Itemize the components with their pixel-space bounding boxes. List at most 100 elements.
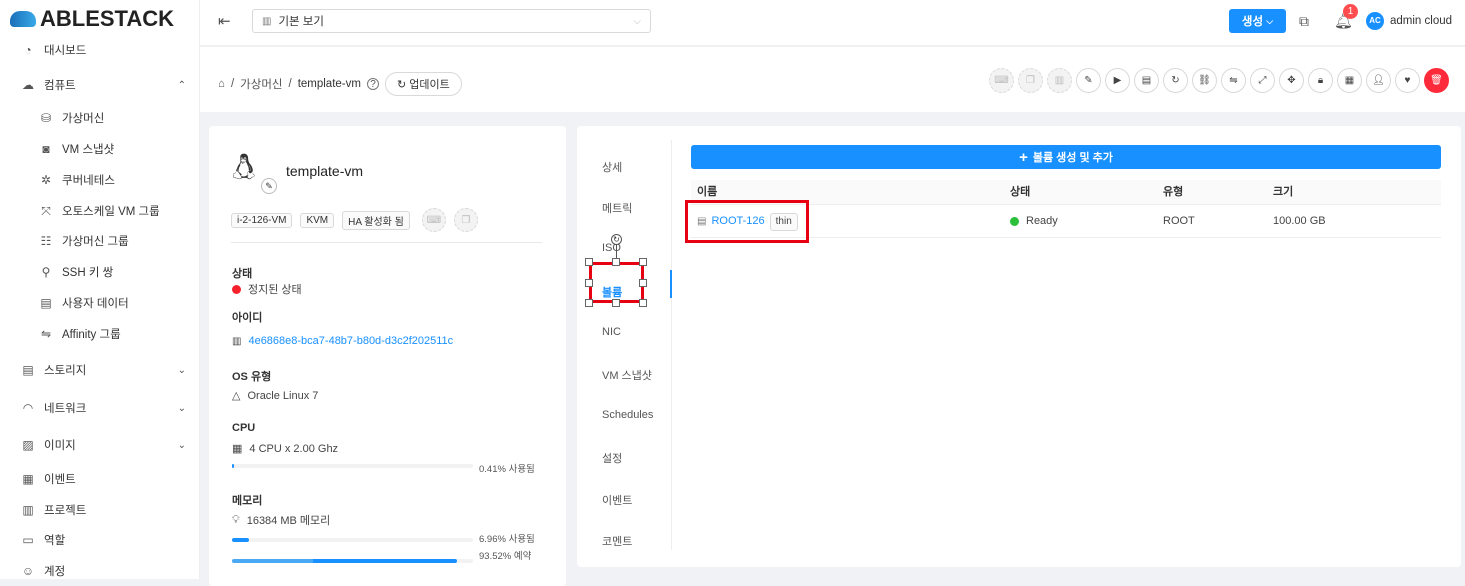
sidebar-item[interactable]: ⤧ 오토스케일 VM 그룹: [0, 196, 200, 226]
sidebar-item[interactable]: ◙ VM 스냅샷: [0, 134, 200, 164]
vm-name: template-vm: [286, 163, 364, 179]
copy-icon[interactable]: ❐: [1018, 68, 1043, 93]
memory-reserved-bar: [232, 559, 473, 563]
cpu-value: 4 CPU x 2.00 Ghz: [249, 442, 339, 455]
cpu-icon: ▦: [232, 443, 243, 455]
sidebar-item-label: 프로젝트: [44, 505, 87, 517]
user-name[interactable]: admin cloud: [1390, 15, 1452, 27]
sidebar-item[interactable]: ▤ 사용자 데이터: [0, 288, 200, 318]
chevron-down-icon: ⌵: [633, 15, 641, 27]
cpu-usage-text: 0.41% 사용됨: [479, 464, 535, 475]
dashboard-icon: ◔: [24, 43, 32, 57]
userdata-icon[interactable]: ▦: [1337, 68, 1362, 93]
cloud-icon: ☁: [22, 78, 34, 92]
cpu-usage-bar: [232, 464, 473, 468]
detail-tabs-card: 상세 메트릭 ISO 볼륨 NIC VM 스냅샷 Schedules 설정 이벤트 코멘트 + 볼륨…: [577, 126, 1461, 567]
sidebar-item-label: 이벤트: [44, 474, 76, 486]
col-state[interactable]: 상태: [1010, 180, 1030, 205]
highlight-box-volume-tab: [589, 262, 644, 303]
avatar[interactable]: AC: [1366, 12, 1384, 30]
sidebar-item-label: Affinity 그룹: [62, 329, 121, 341]
edit-icon[interactable]: ✎: [1076, 68, 1101, 93]
vm-icon: ⛁: [40, 111, 52, 125]
sidebar-item[interactable]: ▥ 프로젝트: [0, 495, 200, 525]
highlight-box-volume-row: [685, 200, 809, 243]
sidebar-item-label: 대시보드: [44, 45, 87, 57]
console-icon[interactable]: ⌨: [421, 208, 446, 232]
reinstall-icon[interactable]: ↻: [1163, 68, 1188, 93]
tab-7[interactable]: 설정: [602, 450, 622, 466]
userdata-icon: ▤: [40, 296, 52, 310]
wifi-icon: ◠: [22, 401, 34, 415]
barcode-icon[interactable]: ▥: [232, 336, 241, 347]
sidebar-item-label: 가상머신: [62, 113, 105, 125]
add-volume-button[interactable]: + 볼륨 생성 및 추가: [691, 145, 1441, 169]
tab-6[interactable]: Schedules: [602, 409, 653, 421]
chart-icon[interactable]: ▥: [1047, 68, 1072, 93]
tab-0[interactable]: 상세: [602, 159, 622, 175]
sidebar-item[interactable]: ☁ 컴퓨트 ⌃: [0, 70, 200, 100]
help-icon[interactable]: ?: [366, 78, 379, 90]
refresh-button[interactable]: ↻ 업데이트: [384, 72, 462, 96]
sidebar-item[interactable]: ◠ 네트워크 ⌄: [0, 393, 200, 423]
sidebar-item[interactable]: ☺ 계정: [0, 556, 200, 586]
state-label: 상태: [232, 268, 253, 280]
os-label: OS 유형: [232, 371, 272, 383]
home-icon[interactable]: ⌂: [218, 78, 225, 90]
sidebar-item-label: 이미지: [44, 440, 76, 452]
copy-icon[interactable]: ❐: [453, 208, 478, 232]
tab-9[interactable]: 코멘트: [602, 533, 632, 549]
delete-icon[interactable]: 🗑︎: [1424, 68, 1449, 93]
lock-icon[interactable]: 🔒︎: [1308, 68, 1333, 93]
sidebar-item[interactable]: ✲ 쿠버네테스: [0, 165, 200, 195]
vm-id-link[interactable]: 4e6868e8-bca7-48b7-b80d-d3c2f202511c: [248, 335, 453, 347]
os-value: Oracle Linux 7: [247, 389, 319, 402]
tab-4[interactable]: NIC: [602, 326, 621, 338]
sidebar-item[interactable]: ⇋ Affinity 그룹: [0, 319, 200, 349]
col-type[interactable]: 유형: [1163, 180, 1183, 205]
sidebar-item-label: 스토리지: [44, 365, 87, 377]
sidebar-item[interactable]: ⚲ SSH 키 쌍: [0, 257, 200, 287]
sidebar-item[interactable]: ⛁ 가상머신: [0, 103, 200, 133]
link-icon[interactable]: ⛓: [1192, 68, 1217, 93]
col-size[interactable]: 크기: [1273, 180, 1293, 205]
sidebar-item-label: 역할: [44, 535, 66, 547]
hypervisor-tag: KVM: [300, 212, 335, 228]
assign-user-icon[interactable]: 👤︎: [1366, 68, 1391, 93]
tab-5[interactable]: VM 스냅샷: [602, 367, 652, 383]
tab-1[interactable]: 메트릭: [602, 200, 632, 216]
sidebar-item[interactable]: ▤ 스토리지 ⌄: [0, 355, 200, 385]
ha-tag: HA 활성화 됨: [342, 210, 410, 230]
key-icon: ⚲: [41, 265, 51, 279]
create-button[interactable]: 생성 ⌵: [1229, 9, 1286, 33]
sidebar-item[interactable]: ◔ 대시보드: [0, 35, 200, 65]
start-icon[interactable]: ▶: [1105, 68, 1130, 93]
console-icon[interactable]: ⌨: [989, 68, 1014, 93]
heart-icon[interactable]: ♥: [1395, 68, 1420, 93]
sidebar-item[interactable]: ▭ 역할: [0, 525, 200, 555]
sidebar-item[interactable]: ▨ 이미지 ⌄: [0, 430, 200, 460]
translate-icon[interactable]: ⧉: [1299, 13, 1309, 30]
scale-icon[interactable]: ⤢: [1250, 68, 1275, 93]
volume-size: 100.00 GB: [1273, 215, 1326, 227]
bulb-icon: 💡︎: [232, 513, 240, 526]
linux-icon: △: [232, 390, 241, 402]
menu-fold-icon[interactable]: ⇤: [218, 12, 231, 30]
sidebar-item[interactable]: ▦ 이벤트: [0, 464, 200, 494]
swap-icon: ⇋: [40, 327, 52, 341]
attach-iso-icon[interactable]: ▤: [1134, 68, 1159, 93]
chevron-down-icon: ⌄: [177, 364, 186, 376]
migrate-icon[interactable]: ✥: [1279, 68, 1304, 93]
camera-icon: ◙: [42, 142, 50, 156]
sidebar-item-label: 컴퓨트: [44, 80, 76, 92]
swap-icon[interactable]: ⇋: [1221, 68, 1246, 93]
sidebar-item[interactable]: ☷ 가상머신 그룹: [0, 226, 200, 256]
breadcrumb-vm[interactable]: 가상머신: [240, 76, 282, 92]
ablestack-logo[interactable]: ABLESTACK: [10, 6, 174, 32]
edit-icon[interactable]: ✎: [261, 178, 277, 194]
instance-tag: i-2-126-VM: [231, 212, 293, 228]
rotate-handle-icon[interactable]: ↻: [611, 234, 622, 245]
project-icon: ▥: [22, 503, 34, 517]
tab-8[interactable]: 이벤트: [602, 492, 632, 508]
view-select[interactable]: ▥ 기본 보기 ⌵: [252, 9, 651, 33]
